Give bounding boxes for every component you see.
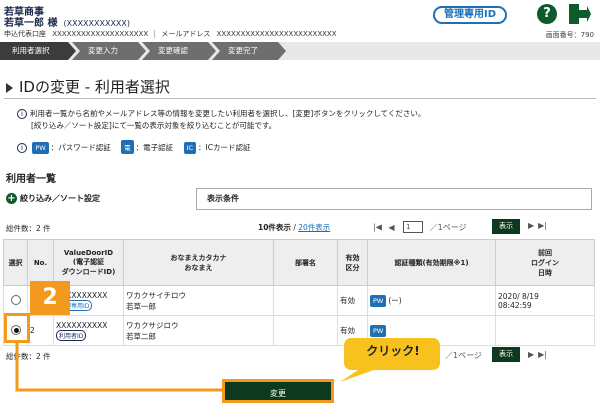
title-divider: [4, 98, 596, 99]
auth-legend: i PW ：パスワード認証 電：電子認証 IC ：ICカード認証: [17, 140, 250, 154]
total-count: 総件数：2 件: [6, 224, 51, 233]
pagination-bottom-next: ▶ ▶|: [528, 350, 547, 359]
col-last-login: 前回 ログイン 日時: [495, 239, 595, 286]
radio-highlight: [4, 313, 30, 343]
user-name: 若草一郎 様 (XXXXXXXXXXX): [4, 14, 130, 29]
row-name: 若草二郎: [126, 331, 156, 341]
info-line-1: 利用者一覧から名前やメールアドレス等の情報を変更したい利用者を選択し、[変更]ボ…: [30, 109, 426, 118]
page-total-bottom: ／1ページ: [445, 351, 482, 360]
change-button[interactable]: 変更: [222, 379, 334, 403]
table-row[interactable]: 2 XXXXXXXXXX 利用者ID ワカクサジロウ 若草二郎 有効 PW: [3, 315, 595, 346]
page-number-input[interactable]: 1: [403, 221, 424, 233]
pagination-top: |◀ ◀ 1 ／1ページ: [373, 221, 467, 233]
logout-icon[interactable]: [567, 3, 591, 25]
col-select: 選択: [3, 239, 28, 286]
step-change-input: 変更入力: [88, 46, 118, 55]
step-change-confirm: 変更確認: [158, 46, 188, 55]
show-button[interactable]: 表示: [492, 219, 520, 234]
row-valid: 有効: [337, 285, 368, 316]
row-kana: ワカクサジロウ: [126, 320, 179, 330]
select-radio[interactable]: [10, 294, 21, 305]
step-change-complete: 変更完了: [228, 46, 258, 55]
row-auth-text: (ー): [388, 295, 402, 305]
account-value: XXXXXXXXXXXXXXXXXXXX: [52, 30, 149, 38]
guide-line: [15, 343, 222, 392]
instructions: i 利用者一覧から名前やメールアドレス等の情報を変更したい利用者を選択し、[変更]…: [17, 108, 425, 132]
col-valid: 有効 区分: [337, 239, 368, 286]
admin-id-button[interactable]: 管理専用ID: [433, 6, 507, 24]
account-label: 申込代表口座: [4, 30, 46, 38]
ic-badge-icon: IC: [183, 142, 196, 154]
col-dept: 部署名: [273, 239, 338, 286]
row-last-login: 2020/ 8/19 08:42:59: [495, 285, 595, 316]
next-page-icon[interactable]: ▶: [528, 350, 534, 359]
help-icon[interactable]: ?: [537, 4, 557, 24]
per-page-20-link[interactable]: 20件表示: [298, 223, 330, 232]
app-header: 若草商事 若草一郎 様 (XXXXXXXXXXX) 申込代表口座 XXXXXXXX…: [0, 0, 600, 40]
account-info: 申込代表口座 XXXXXXXXXXXXXXXXXXXX メールアドレス XXXX…: [4, 29, 341, 39]
row-kana: ワカクサイチロウ: [126, 290, 186, 300]
pw-badge-icon: PW: [32, 142, 49, 154]
step-select-user: 利用者選択: [12, 46, 50, 55]
click-label: クリック!: [366, 344, 420, 358]
pw-badge-icon: PW: [370, 294, 387, 307]
row-no: 2: [27, 315, 54, 346]
table-row[interactable]: 1 XXXXXXXXXX管理専用ID ワカクサイチロウ若草一郎 有効 PW(ー)…: [3, 285, 595, 316]
col-name: おなまえカタカナ おなまえ: [123, 239, 274, 286]
legend-ic: ：ICカード認証: [198, 143, 251, 152]
per-page-selector: 10件表示 / 20件表示: [258, 222, 330, 233]
display-condition[interactable]: 表示条件: [196, 188, 592, 210]
col-id: ValueDoorID (電子認証 ダウンロードID): [53, 239, 124, 286]
info-line-2: [絞り込み／ソート設定]にて一覧の表示対象を絞り込むことが可能です。: [31, 121, 277, 130]
row-id: XXXXXXXXXX: [56, 320, 108, 330]
col-auth: 認証種類(有効期限※1): [367, 239, 496, 286]
user-id: (XXXXXXXXXXX): [63, 19, 131, 28]
title-arrow-icon: [6, 82, 13, 93]
den-badge-icon: 電: [121, 140, 134, 154]
last-page-icon[interactable]: ▶|: [538, 221, 547, 230]
filter-sort-button[interactable]: + 絞り込み／ソート設定: [6, 193, 100, 204]
col-no: No.: [27, 239, 54, 286]
row-dept: [273, 315, 338, 346]
legend-den: ：電子認証: [135, 143, 174, 152]
page-total: ／1ページ: [429, 222, 467, 232]
last-page-icon[interactable]: ▶|: [538, 350, 547, 359]
per-page-current: 10件表示: [258, 223, 291, 232]
section-title: 利用者一覧: [6, 174, 56, 185]
email-value: XXXXXXXXXXXXXXXXXXXXXXXXX: [216, 30, 337, 38]
legend-pw: ：パスワード認証: [50, 143, 111, 152]
row-name: 若草一郎: [126, 301, 156, 311]
prev-page-icon[interactable]: ◀: [388, 223, 394, 232]
info-icon: i: [17, 109, 27, 119]
next-page-icon[interactable]: ▶: [528, 221, 534, 230]
screen-number: 画面番号：790: [545, 31, 594, 39]
email-label: メールアドレス: [154, 30, 211, 38]
filter-sort-label: 絞り込み／ソート設定: [20, 194, 100, 203]
pagination-bottom: ／1ページ: [445, 350, 482, 361]
show-button-bottom[interactable]: 表示: [492, 347, 520, 362]
user-name-text: 若草一郎 様: [4, 18, 58, 29]
plus-icon: +: [6, 193, 17, 204]
page-title: IDの変更 - 利用者選択: [6, 76, 170, 97]
table-header-row: 選択 No. ValueDoorID (電子認証 ダウンロードID) おなまえカ…: [3, 239, 595, 286]
page-title-text: IDの変更 - 利用者選択: [19, 78, 170, 96]
row-last-login: [495, 315, 595, 346]
step-number-badge: 2: [30, 281, 70, 315]
info-icon: i: [17, 143, 27, 153]
pagination-top-next: ▶ ▶|: [528, 221, 547, 230]
first-page-icon[interactable]: |◀: [373, 223, 382, 232]
step-indicator: 利用者選択 変更入力 変更確認 変更完了: [0, 42, 600, 60]
id-type-badge: 利用者ID: [56, 329, 87, 341]
row-dept: [273, 285, 338, 316]
user-table: 選択 No. ValueDoorID (電子認証 ダウンロードID) おなまえカ…: [3, 239, 595, 346]
